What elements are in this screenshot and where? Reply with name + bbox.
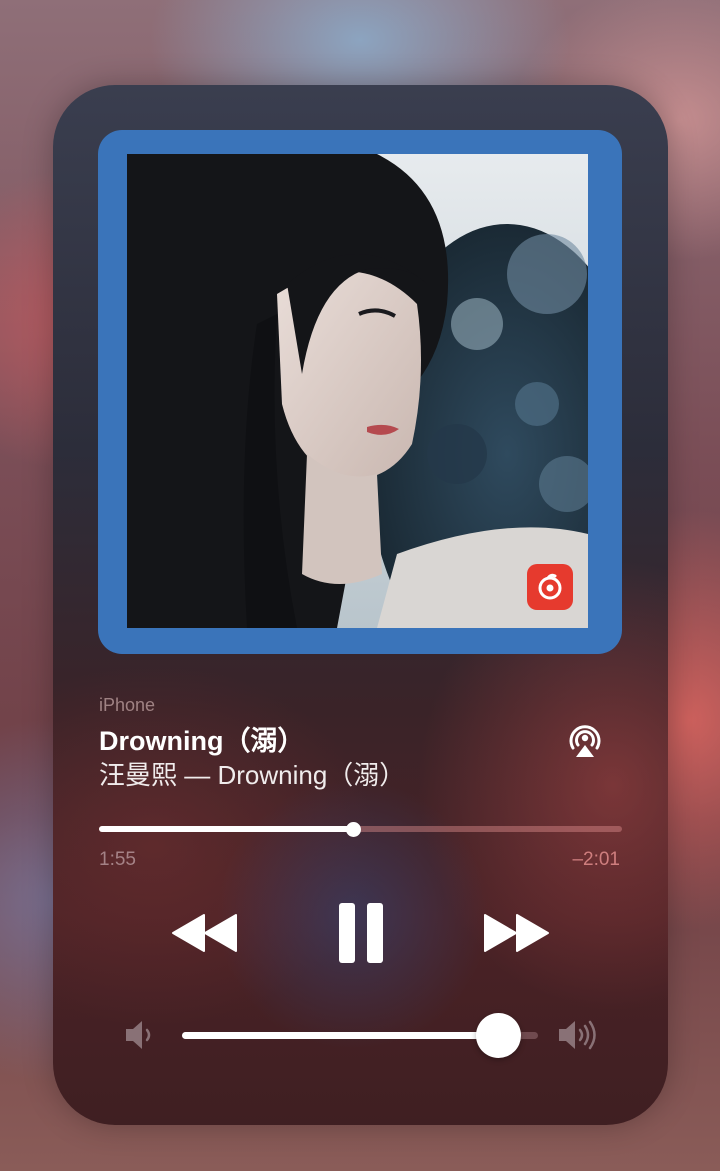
fast-forward-icon [484, 914, 549, 952]
output-device-label: iPhone [99, 695, 156, 715]
rewind-button[interactable] [165, 903, 245, 963]
track-artist-album: 汪曼熙 — Drowning（溺） [99, 760, 406, 790]
netease-cloud-music-icon [527, 564, 573, 610]
volume-level-fill [182, 1032, 499, 1039]
remaining-time: –2:01 [572, 849, 620, 870]
volume-slider-knob[interactable] [476, 1013, 522, 1058]
airplay-icon[interactable] [565, 721, 605, 761]
volume-slider[interactable] [182, 1013, 538, 1058]
album-artwork-frame [98, 130, 622, 654]
forward-button[interactable] [476, 903, 556, 963]
pause-button[interactable] [326, 897, 396, 969]
playback-scrubber[interactable] [99, 821, 622, 837]
pause-icon [339, 903, 383, 963]
elapsed-time: 1:55 [99, 849, 136, 870]
now-playing-panel: iPhone Drowning（溺） 汪曼熙 — Drowning（溺） 1:5… [53, 85, 668, 1125]
speaker-high-icon [556, 1017, 604, 1053]
playback-scrubber-knob[interactable] [346, 821, 362, 837]
playback-progress-fill [99, 826, 354, 832]
track-title: Drowning（溺） [99, 726, 305, 756]
speaker-low-icon [123, 1017, 157, 1053]
rewind-icon [172, 914, 237, 952]
album-artwork [127, 154, 588, 628]
